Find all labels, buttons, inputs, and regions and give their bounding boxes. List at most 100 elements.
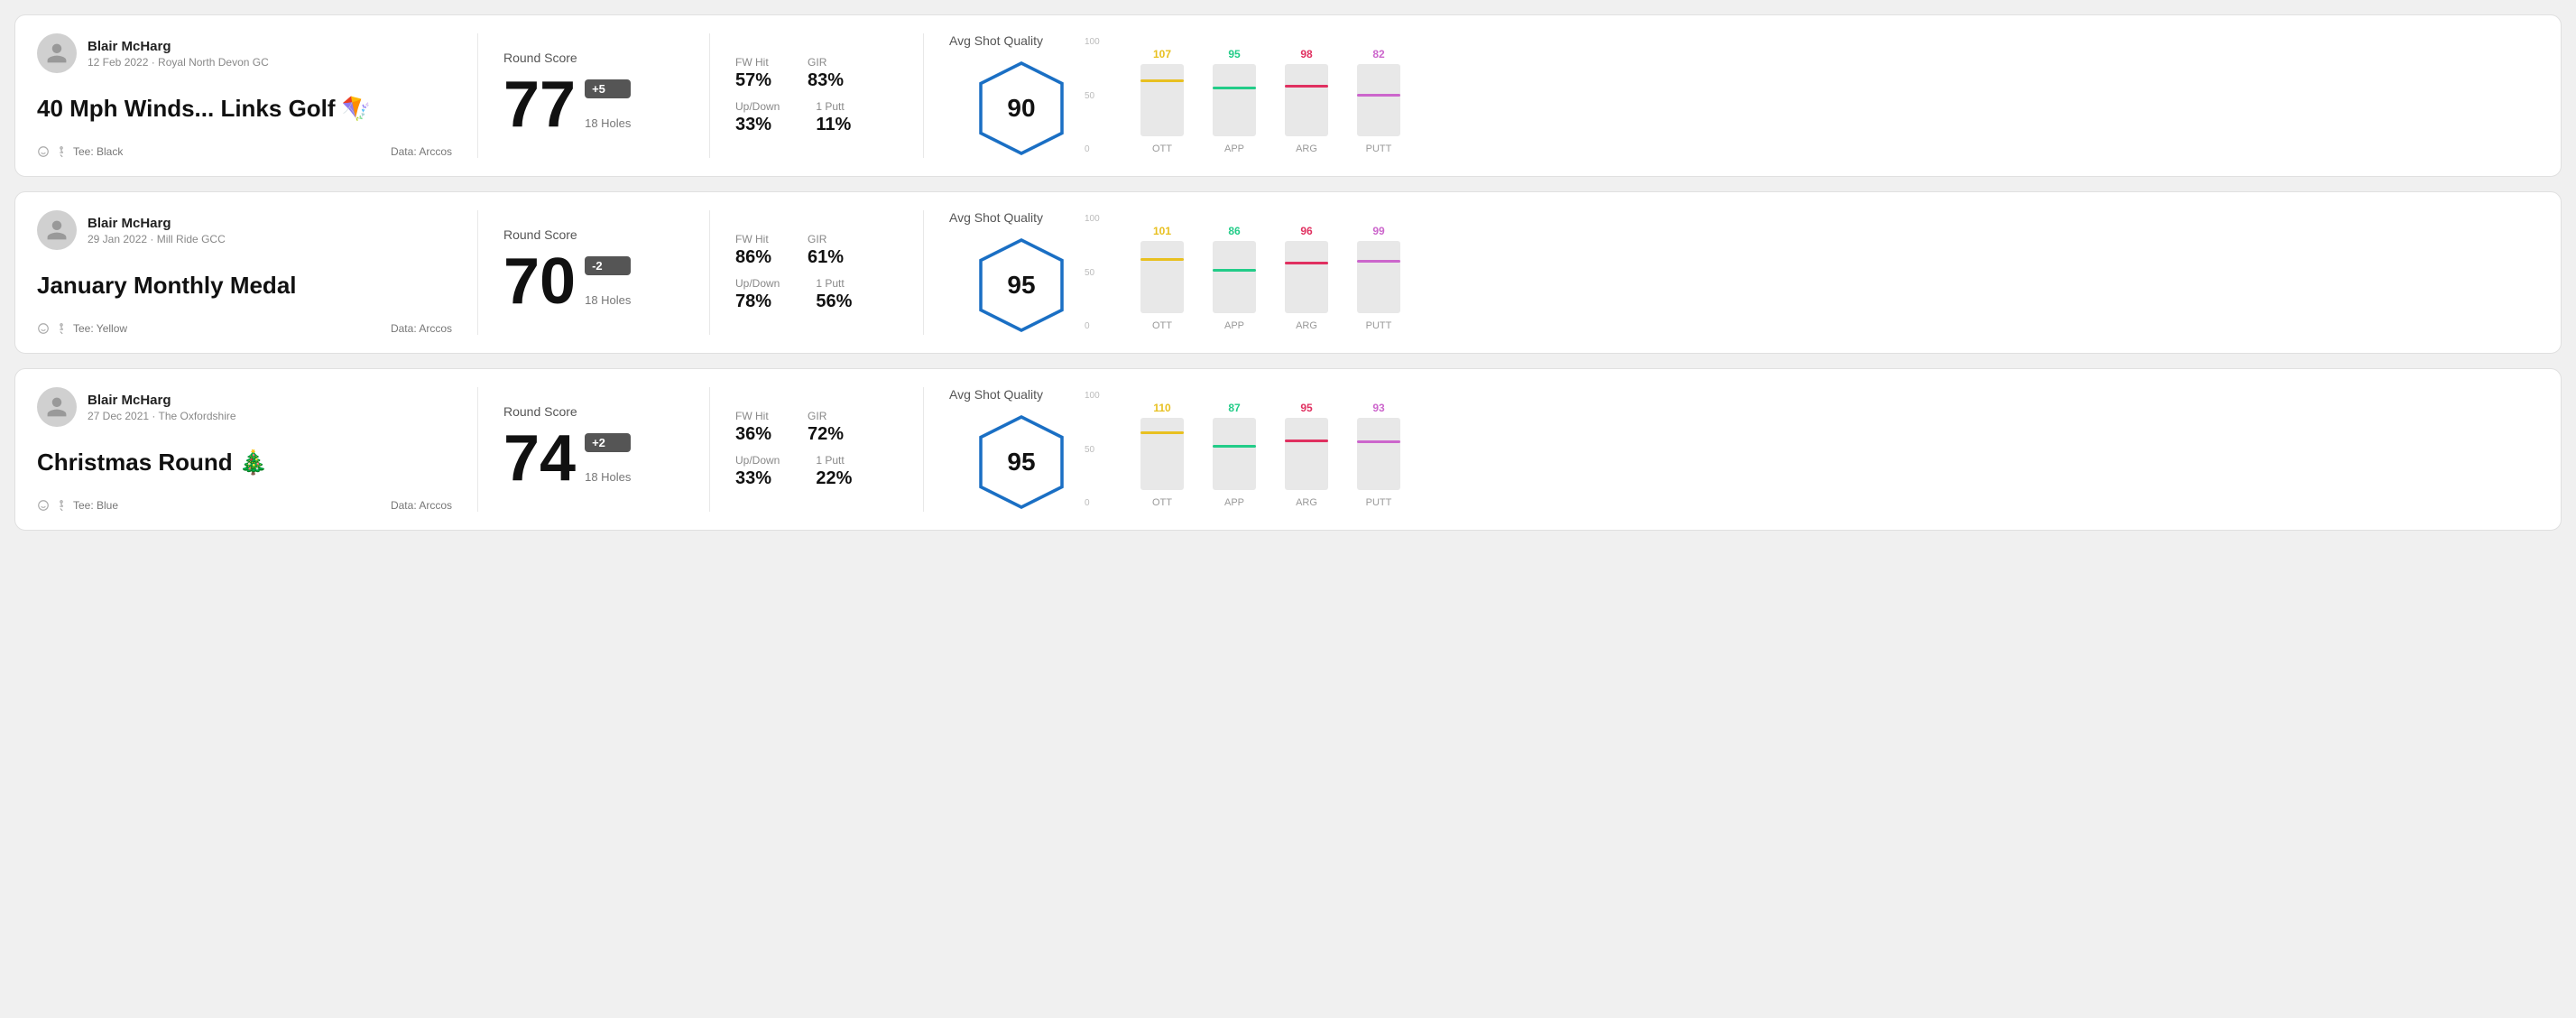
stats-row-1: FW Hit 36% GIR72% <box>735 410 898 445</box>
avatar <box>37 387 77 427</box>
data-source: Data: Arccos <box>391 322 452 335</box>
bar-chart: 101OTT86APP96ARG99PUTT <box>1140 214 2539 331</box>
score-holes: 18 Holes <box>585 293 631 307</box>
score-badge: +5 <box>585 79 631 98</box>
card-left-section: Blair McHarg29 Jan 2022 · Mill Ride GCCJ… <box>37 210 452 335</box>
chart-wrapper: 100500101OTT86APP96ARG99PUTT <box>1112 214 2539 331</box>
card-left-section: Blair McHarg27 Dec 2021 · The Oxfordshir… <box>37 387 452 512</box>
fw-hit-value: 36% <box>735 424 771 445</box>
bar-group-app: 86APP <box>1213 241 1256 331</box>
one-putt-label: 1 Putt <box>816 100 851 113</box>
bar-outer <box>1140 241 1184 313</box>
stats-row-2: Up/Down33%1 Putt22% <box>735 454 898 489</box>
quality-value: 95 <box>1007 271 1035 300</box>
divider <box>477 33 478 158</box>
score-number: 77 <box>503 72 576 137</box>
quality-label: Avg Shot Quality <box>949 210 1043 225</box>
one-putt-value: 22% <box>816 468 852 489</box>
y-100: 100 <box>1085 391 1100 401</box>
updown-label: Up/Down <box>735 277 780 290</box>
user-details: Blair McHarg12 Feb 2022 · Royal North De… <box>88 39 269 69</box>
quality-section: Avg Shot Quality 95 <box>949 387 1094 512</box>
score-badge: -2 <box>585 256 631 275</box>
stats-row-2: Up/Down 78% 1 Putt56% <box>735 277 898 312</box>
updown-stat: Up/Down 33% <box>735 100 780 135</box>
user-info: Blair McHarg12 Feb 2022 · Royal North De… <box>37 33 452 73</box>
fw-hit-stat: FW Hit 36% <box>735 410 771 445</box>
y-0: 0 <box>1085 321 1100 331</box>
y-0: 0 <box>1085 498 1100 508</box>
score-holes: 18 Holes <box>585 116 631 130</box>
bar-line <box>1285 85 1328 88</box>
score-main: 77 +5 18 Holes <box>503 72 684 137</box>
updown-value: 33% <box>735 115 780 135</box>
score-main: 70-218 Holes <box>503 249 684 314</box>
score-section: Round Score74+218 Holes <box>503 387 684 512</box>
avatar <box>37 210 77 250</box>
one-putt-stat: 1 Putt22% <box>816 454 852 489</box>
data-source: Data: Arccos <box>391 499 452 512</box>
one-putt-label: 1 Putt <box>816 277 852 290</box>
y-0: 0 <box>1085 144 1100 154</box>
bar-outer <box>1285 418 1328 490</box>
fw-hit-label: FW Hit <box>735 410 771 422</box>
bar-value: 107 <box>1153 48 1171 60</box>
round-card: Blair McHarg27 Dec 2021 · The Oxfordshir… <box>14 368 2562 531</box>
bar-group-ott: 110OTT <box>1140 418 1184 508</box>
quality-label: Avg Shot Quality <box>949 33 1043 48</box>
quality-label: Avg Shot Quality <box>949 387 1043 402</box>
quality-section: Avg Shot Quality 90 <box>949 33 1094 158</box>
bar-group-app: 87APP <box>1213 418 1256 508</box>
gir-label: GIR <box>808 410 844 422</box>
one-putt-label: 1 Putt <box>816 454 852 467</box>
one-putt-stat: 1 Putt56% <box>816 277 852 312</box>
chart-section: 100500110OTT87APP95ARG93PUTT <box>1094 387 2539 512</box>
updown-value: 33% <box>735 468 780 489</box>
y-axis: 100500 <box>1085 37 1100 154</box>
score-section: Round Score77+518 Holes <box>503 33 684 158</box>
y-50: 50 <box>1085 268 1100 278</box>
bar-line <box>1213 445 1256 448</box>
divider <box>923 210 924 335</box>
bar-label: PUTT <box>1366 497 1392 508</box>
bar-outer <box>1213 241 1256 313</box>
divider <box>477 210 478 335</box>
bar-value: 87 <box>1228 402 1240 414</box>
bar-label: PUTT <box>1366 143 1392 154</box>
gir-stat: GIR83% <box>808 56 844 91</box>
score-badge: +2 <box>585 433 631 452</box>
one-putt-value: 11% <box>816 115 851 135</box>
bar-group-putt: 93PUTT <box>1357 418 1400 508</box>
gir-stat: GIR61% <box>808 233 844 268</box>
tee-text: Tee: Blue <box>73 499 118 512</box>
updown-label: Up/Down <box>735 100 780 113</box>
bar-label: OTT <box>1152 143 1172 154</box>
tee-text: Tee: Black <box>73 145 123 158</box>
score-section: Round Score70-218 Holes <box>503 210 684 335</box>
divider <box>477 387 478 512</box>
y-50: 50 <box>1085 91 1100 101</box>
bar-value: 86 <box>1228 225 1240 237</box>
bar-value: 101 <box>1153 225 1171 237</box>
user-meta: 27 Dec 2021 · The Oxfordshire <box>88 410 236 422</box>
bar-label: APP <box>1224 320 1244 331</box>
stats-row-1: FW Hit57% GIR83% <box>735 56 898 91</box>
fw-hit-stat: FW Hit57% <box>735 56 771 91</box>
bar-group-app: 95APP <box>1213 64 1256 154</box>
bar-value: 95 <box>1228 48 1240 60</box>
bar-outer <box>1285 64 1328 136</box>
chart-wrapper: 100500110OTT87APP95ARG93PUTT <box>1112 391 2539 508</box>
updown-value: 78% <box>735 292 780 312</box>
stats-row-2: Up/Down 33% 1 Putt 11% <box>735 100 898 135</box>
bar-line <box>1285 440 1328 442</box>
round-title: January Monthly Medal <box>37 272 452 300</box>
gir-stat: GIR72% <box>808 410 844 445</box>
data-source: Data: Arccos <box>391 145 452 158</box>
tee-info: Tee: Yellow <box>37 322 127 335</box>
bar-line <box>1285 262 1328 264</box>
bar-line <box>1140 431 1184 434</box>
fw-hit-value: 86% <box>735 247 771 268</box>
quality-section: Avg Shot Quality 95 <box>949 210 1094 335</box>
bar-chart: 110OTT87APP95ARG93PUTT <box>1140 391 2539 508</box>
divider <box>709 33 710 158</box>
